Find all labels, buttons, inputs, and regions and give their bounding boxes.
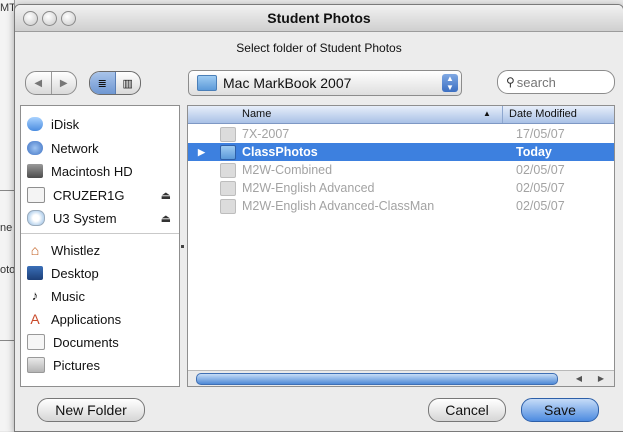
file-date: 02/05/07: [516, 199, 565, 213]
eject-icon[interactable]: ⏏: [161, 212, 171, 225]
scroll-left-icon[interactable]: ◀: [576, 374, 582, 383]
file-date: 02/05/07: [516, 163, 565, 177]
dialog-prompt: Select folder of Student Photos: [236, 41, 402, 55]
file-date: 17/05/07: [516, 127, 565, 141]
popup-arrows-icon: ▲ ▼: [442, 74, 458, 92]
network-icon: [27, 141, 43, 155]
column-divider[interactable]: [502, 106, 503, 123]
background-window: MT ne oto: [0, 0, 15, 431]
file-name: M2W-English Advanced: [242, 181, 375, 195]
back-button[interactable]: ◀: [26, 72, 52, 94]
sidebar-item-applications[interactable]: A Applications: [27, 309, 121, 329]
document-icon: [220, 198, 236, 214]
location-label: Mac MarkBook 2007: [223, 75, 352, 91]
application-icon: [220, 126, 236, 142]
scrollbar-thumb[interactable]: [196, 373, 558, 385]
sidebar-item-whistlez[interactable]: ⌂ Whistlez: [27, 240, 100, 260]
cancel-button[interactable]: Cancel: [428, 398, 506, 422]
splitter-grip-icon: [181, 245, 184, 248]
scroll-right-icon[interactable]: ▶: [598, 374, 604, 383]
sidebar-item-label: Whistlez: [51, 242, 101, 258]
sidebar-splitter[interactable]: [180, 105, 186, 385]
save-dialog: Student Photos Select folder of Student …: [14, 4, 623, 432]
back-forward-buttons: ◀ ▶: [25, 71, 77, 95]
file-name: M2W-Combined: [242, 163, 333, 177]
scroll-arrows[interactable]: ◀ ▶: [568, 372, 612, 384]
eject-icon[interactable]: ⏏: [161, 189, 171, 202]
sidebar-item-desktop[interactable]: Desktop: [27, 263, 99, 283]
sidebar-item-label: Pictures: [53, 357, 100, 373]
file-row[interactable]: M2W-Combined 02/05/07: [188, 161, 614, 179]
folder-icon: [197, 75, 217, 91]
sidebar-item-pictures[interactable]: Pictures: [27, 355, 100, 375]
disclosure-triangle-icon[interactable]: ▶: [198, 147, 210, 158]
sidebar-item-label: Network: [51, 140, 99, 156]
sidebar-item-label: Music: [51, 288, 85, 304]
sidebar-item-label: Macintosh HD: [51, 163, 133, 179]
sidebar-item-idisk[interactable]: iDisk: [27, 114, 79, 134]
file-row[interactable]: M2W-English Advanced-ClassMan 02/05/07: [188, 197, 614, 215]
sort-ascending-icon: ▲: [483, 109, 491, 118]
sidebar-item-label: iDisk: [51, 116, 80, 132]
home-icon: ⌂: [30, 242, 40, 258]
document-icon: [220, 180, 236, 196]
location-popup[interactable]: Mac MarkBook 2007 ▲ ▼: [188, 70, 462, 96]
file-name: ClassPhotos: [242, 145, 318, 159]
file-date: 02/05/07: [516, 181, 565, 195]
background-divider: [0, 340, 14, 341]
usb-drive-icon: [27, 187, 45, 203]
folder-row-selected[interactable]: ▶ ClassPhotos Today: [188, 143, 614, 161]
background-text: MT: [0, 2, 14, 14]
folder-icon: [220, 144, 236, 160]
list-view-button[interactable]: ≣: [90, 72, 116, 94]
file-name: M2W-English Advanced-ClassMan: [242, 199, 435, 213]
background-text: oto: [0, 264, 14, 276]
sidebar-item-label: Applications: [51, 311, 122, 327]
sidebar-item-u3-system[interactable]: U3 System ⏏: [27, 208, 179, 228]
cd-icon: [27, 210, 45, 226]
background-divider: [0, 190, 14, 191]
background-text: ne: [0, 222, 13, 234]
sidebar-item-network[interactable]: Network: [27, 138, 99, 158]
file-browser: Name ▲ Date Modified 7X-2007 17/05/07 ▶ …: [187, 105, 615, 387]
document-icon: [220, 162, 236, 178]
search-input[interactable]: [514, 73, 604, 91]
horizontal-scrollbar[interactable]: ◀ ▶: [188, 370, 614, 386]
title-bar: Student Photos: [15, 5, 623, 32]
idisk-icon: [27, 117, 43, 131]
sidebar-item-label: CRUZER1G: [53, 187, 125, 203]
column-header: Name ▲ Date Modified: [188, 106, 614, 124]
pictures-icon: [27, 357, 45, 373]
view-mode-buttons: ≣ ▥: [89, 71, 141, 95]
sidebar-item-label: Desktop: [51, 265, 99, 281]
date-column-header[interactable]: Date Modified: [509, 108, 577, 120]
sidebar-separator: [21, 233, 179, 234]
sidebar-item-documents[interactable]: Documents: [27, 332, 119, 352]
hard-drive-icon: [27, 164, 43, 178]
sidebar-item-label: Documents: [53, 334, 119, 350]
file-row[interactable]: 7X-2007 17/05/07: [188, 125, 614, 143]
sidebar-item-label: U3 System: [53, 210, 117, 226]
sidebar-item-music[interactable]: ♪ Music: [27, 286, 85, 306]
sidebar: iDisk Network Macintosh HD CRUZER1G ⏏ U3…: [20, 105, 180, 387]
desktop-icon: [27, 266, 43, 280]
save-button[interactable]: Save: [521, 398, 599, 422]
documents-icon: [27, 334, 45, 350]
forward-button[interactable]: ▶: [52, 72, 77, 94]
file-date: Today: [516, 145, 552, 159]
name-column-header[interactable]: Name: [242, 108, 271, 120]
sidebar-item-macintosh-hd[interactable]: Macintosh HD: [27, 161, 133, 181]
new-folder-button[interactable]: New Folder: [37, 398, 145, 422]
sidebar-item-cruzer1g[interactable]: CRUZER1G ⏏: [27, 185, 179, 205]
file-name: 7X-2007: [242, 127, 290, 141]
column-view-button[interactable]: ▥: [116, 72, 141, 94]
applications-icon: A: [30, 311, 40, 327]
search-field[interactable]: ⚲: [497, 70, 615, 94]
dialog-title: Student Photos: [267, 10, 371, 26]
music-icon: ♪: [31, 288, 39, 303]
file-row[interactable]: M2W-English Advanced 02/05/07: [188, 179, 614, 197]
search-icon: ⚲: [506, 75, 515, 89]
